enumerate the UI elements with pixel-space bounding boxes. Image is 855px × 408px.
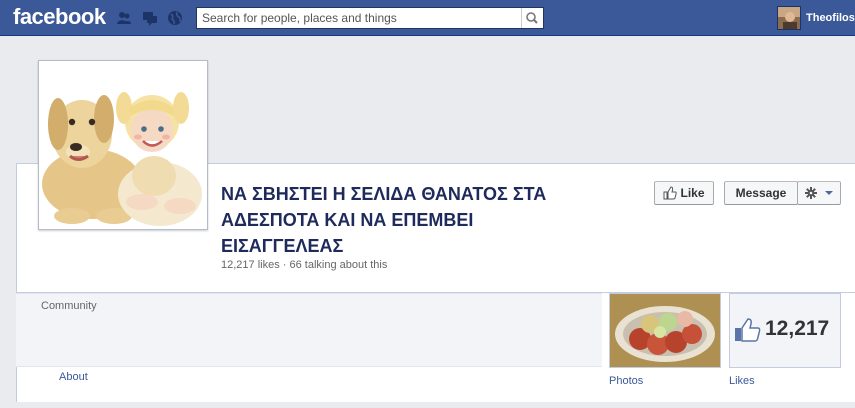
photos-tile[interactable] bbox=[609, 293, 721, 368]
photos-thumbnail-image bbox=[610, 294, 720, 367]
like-button[interactable]: Like bbox=[654, 181, 714, 205]
page-stats: 12,217 likes · 66 talking about this bbox=[221, 259, 388, 271]
user-name[interactable]: Theofilos bbox=[806, 12, 855, 24]
page-bottom-edge bbox=[16, 402, 855, 408]
page-title-line-3: ΕΙΣΑΓΓΕΛΕΑΣ bbox=[221, 236, 344, 256]
notifications-globe-icon[interactable] bbox=[167, 10, 183, 26]
facebook-logo[interactable]: facebook bbox=[13, 4, 106, 30]
likes-label[interactable]: Likes bbox=[729, 375, 755, 387]
top-bar: facebook Theofilos bbox=[0, 0, 855, 36]
message-button-label: Message bbox=[735, 186, 787, 200]
profile-picture[interactable] bbox=[38, 60, 208, 230]
search-input[interactable] bbox=[197, 8, 523, 28]
page-category: Community bbox=[41, 300, 97, 312]
page-title-line-1: ΝΑ ΣΒΗΣΤΕΙ Η ΣΕΛΙΔΑ ΘΑΝΑΤΟΣ ΣΤΑ bbox=[221, 184, 547, 204]
search-button[interactable] bbox=[521, 8, 543, 28]
thumbs-up-icon bbox=[663, 186, 678, 200]
friend-requests-icon[interactable] bbox=[116, 10, 132, 26]
messages-icon[interactable] bbox=[142, 10, 158, 26]
search-box bbox=[196, 7, 544, 29]
about-link[interactable]: About bbox=[59, 371, 88, 383]
chevron-down-icon bbox=[825, 191, 833, 195]
likes-thumbs-up-icon bbox=[735, 318, 761, 342]
page-title[interactable]: ΝΑ ΣΒΗΣΤΕΙ Η ΣΕΛΙΔΑ ΘΑΝΑΤΟΣ ΣΤΑ ΑΔΕΣΠΟΤΑ… bbox=[221, 181, 641, 259]
profile-photo-image bbox=[42, 64, 204, 226]
search-icon bbox=[526, 12, 538, 24]
likes-count: 12,217 bbox=[765, 317, 830, 340]
page-title-line-2: ΑΔΕΣΠΟΤΑ ΚΑΙ ΝΑ ΕΠΕΜΒΕΙ bbox=[221, 210, 474, 230]
like-button-label: Like bbox=[680, 186, 705, 200]
about-info-box bbox=[16, 293, 602, 367]
gear-icon bbox=[805, 187, 817, 199]
photos-label[interactable]: Photos bbox=[609, 375, 643, 387]
message-button[interactable]: Message bbox=[724, 181, 798, 205]
page-options-button[interactable] bbox=[797, 181, 841, 205]
user-avatar[interactable] bbox=[777, 6, 801, 30]
